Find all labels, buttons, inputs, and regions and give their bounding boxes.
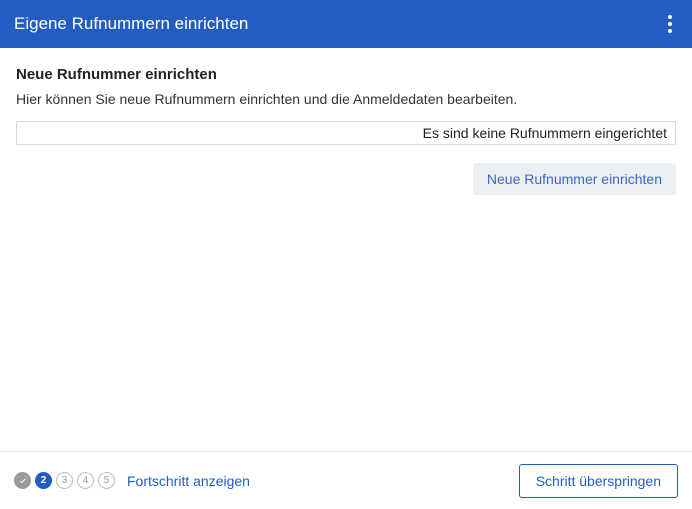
step-3-upcoming: 3 (56, 472, 73, 489)
number-list-empty: Es sind keine Rufnummern eingerichtet (16, 121, 676, 145)
section-description: Hier können Sie neue Rufnummern einricht… (16, 91, 676, 107)
show-progress-link[interactable]: Fortschritt anzeigen (127, 473, 250, 489)
step-2-current: 2 (35, 472, 52, 489)
main-content: Neue Rufnummer einrichten Hier können Si… (0, 48, 692, 451)
step-5-upcoming: 5 (98, 472, 115, 489)
step-1-completed (14, 472, 31, 489)
progress-steps: 2 3 4 5 Fortschritt anzeigen (14, 472, 250, 489)
step-4-upcoming: 4 (77, 472, 94, 489)
header-bar: Eigene Rufnummern einrichten (0, 0, 692, 48)
wizard-footer: 2 3 4 5 Fortschritt anzeigen Schritt übe… (0, 451, 692, 509)
new-number-button[interactable]: Neue Rufnummer einrichten (473, 163, 676, 195)
skip-step-button[interactable]: Schritt überspringen (519, 464, 678, 498)
section-title: Neue Rufnummer einrichten (16, 66, 676, 83)
more-menu-icon[interactable] (662, 9, 678, 39)
check-icon (18, 476, 28, 486)
page-title: Eigene Rufnummern einrichten (14, 14, 248, 34)
